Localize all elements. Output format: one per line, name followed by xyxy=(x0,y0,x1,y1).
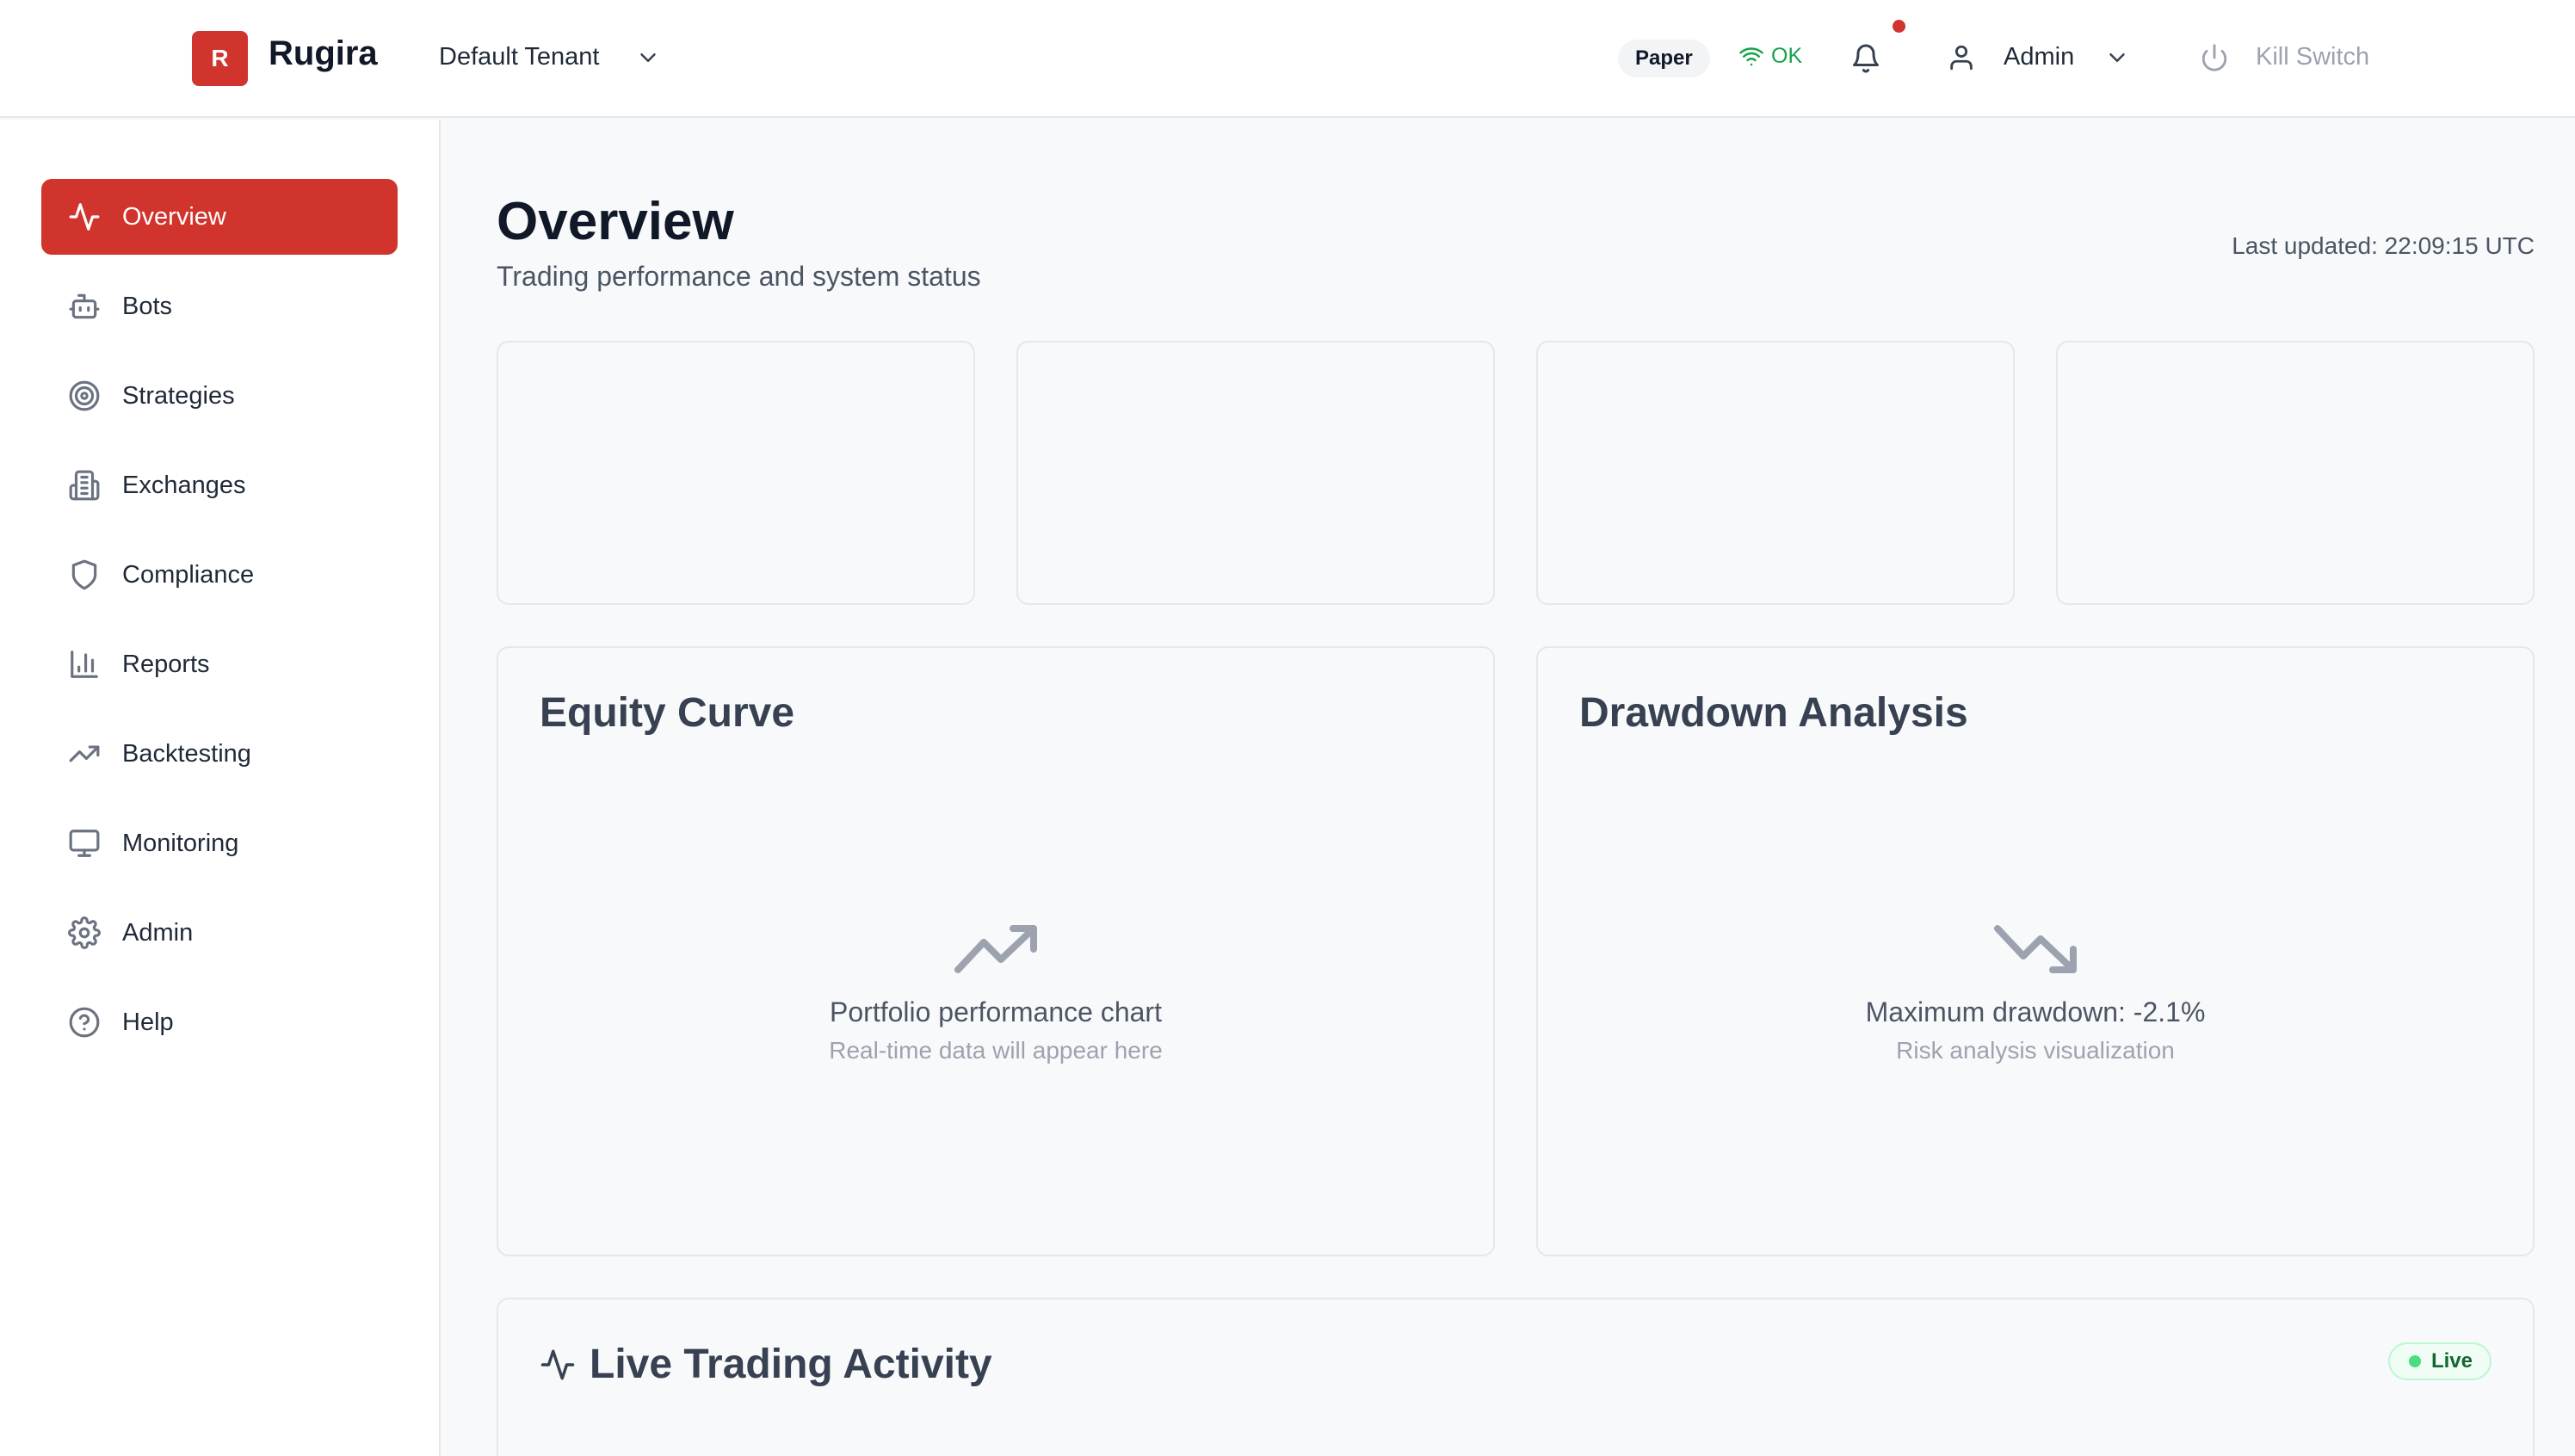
chart-placeholder: Maximum drawdown: -2.1% Risk analysis vi… xyxy=(1538,922,2533,1064)
shield-icon xyxy=(67,558,102,592)
panel-title: Equity Curve xyxy=(540,690,795,736)
sidebar-item-compliance[interactable]: Compliance xyxy=(41,537,398,613)
kill-switch-button[interactable]: Kill Switch xyxy=(2256,43,2369,71)
max-drawdown-text: Maximum drawdown: -2.1% xyxy=(1865,996,2206,1027)
sidebar-item-reports[interactable]: Reports xyxy=(41,626,398,702)
trending-up-icon xyxy=(67,737,102,771)
notification-dot xyxy=(1893,20,1905,33)
live-trading-activity-panel: Live Trading Activity Live xyxy=(497,1298,2535,1456)
wifi-icon xyxy=(1739,47,1763,66)
bot-icon xyxy=(67,289,102,324)
panel-title: Drawdown Analysis xyxy=(1579,690,1968,736)
tenant-selector-label[interactable]: Default Tenant xyxy=(439,43,600,71)
stat-card xyxy=(497,341,975,605)
live-dot xyxy=(2408,1355,2421,1367)
panel-header: Live Trading Activity xyxy=(540,1341,992,1388)
logo[interactable]: R xyxy=(192,31,248,86)
sidebar-item-backtesting[interactable]: Backtesting xyxy=(41,716,398,792)
bell-icon[interactable] xyxy=(1850,43,1881,74)
sidebar-item-admin[interactable]: Admin xyxy=(41,895,398,971)
stat-card xyxy=(1016,341,1495,605)
sidebar-item-label: Exchanges xyxy=(122,471,246,499)
activity-icon xyxy=(67,200,102,234)
user-menu-label[interactable]: Admin xyxy=(2004,43,2074,71)
trending-down-icon xyxy=(1994,925,2077,973)
page-title: Overview xyxy=(497,192,734,251)
live-badge: Live xyxy=(2387,1342,2492,1380)
chevron-down-icon[interactable] xyxy=(2104,45,2130,71)
sidebar-item-label: Compliance xyxy=(122,560,255,589)
mode-badge: Paper xyxy=(1618,40,1710,77)
sidebar-item-overview[interactable]: Overview xyxy=(41,179,398,255)
sidebar-item-label: Reports xyxy=(122,650,210,678)
power-icon[interactable] xyxy=(2200,43,2229,72)
gear-icon xyxy=(67,916,102,950)
sidebar-item-label: Strategies xyxy=(122,381,235,410)
stat-card xyxy=(2056,341,2535,605)
panel-title: Live Trading Activity xyxy=(590,1342,992,1387)
connection-status: OK xyxy=(1738,43,1802,69)
activity-icon xyxy=(540,1349,575,1379)
sidebar-item-strategies[interactable]: Strategies xyxy=(41,358,398,434)
sidebar-item-label: Help xyxy=(122,1008,174,1036)
live-badge-label: Live xyxy=(2430,1349,2473,1373)
placeholder-message: Portfolio performance chart xyxy=(830,996,1162,1027)
placeholder-subtext: Real-time data will appear here xyxy=(829,1037,1163,1064)
connection-status-label: OK xyxy=(1771,43,1803,68)
target-icon xyxy=(67,379,102,413)
chevron-down-icon[interactable] xyxy=(635,45,661,71)
sidebar-item-label: Admin xyxy=(122,918,194,947)
last-updated-timestamp: Last updated: 22:09:15 UTC xyxy=(2232,232,2535,259)
sidebar: Overview Bots Strategies Exchanges Compl… xyxy=(0,120,441,1456)
equity-curve-panel: Equity Curve Portfolio performance chart… xyxy=(497,646,1495,1256)
bar-chart-icon xyxy=(67,647,102,682)
sidebar-item-help[interactable]: Help xyxy=(41,984,398,1060)
sidebar-item-exchanges[interactable]: Exchanges xyxy=(41,447,398,523)
sidebar-item-label: Overview xyxy=(122,202,226,231)
stat-card xyxy=(1536,341,2015,605)
building-icon xyxy=(67,468,102,503)
help-circle-icon xyxy=(67,1005,102,1040)
sidebar-item-label: Bots xyxy=(122,292,173,320)
drawdown-analysis-panel: Drawdown Analysis Maximum drawdown: -2.1… xyxy=(1536,646,2535,1256)
chart-placeholder: Portfolio performance chart Real-time da… xyxy=(498,922,1493,1064)
sidebar-item-label: Backtesting xyxy=(122,739,251,768)
sidebar-item-label: Monitoring xyxy=(122,829,239,857)
user-icon[interactable] xyxy=(1947,43,1976,72)
sidebar-item-monitoring[interactable]: Monitoring xyxy=(41,805,398,881)
top-bar: R Rugira Default Tenant Paper OK Admin K… xyxy=(0,0,2575,118)
sidebar-item-bots[interactable]: Bots xyxy=(41,268,398,344)
page-subtitle: Trading performance and system status xyxy=(497,261,981,292)
trending-up-icon xyxy=(954,925,1037,973)
monitor-icon xyxy=(67,826,102,861)
brand-name[interactable]: Rugira xyxy=(269,34,378,73)
placeholder-subtext: Risk analysis visualization xyxy=(1896,1037,2175,1064)
